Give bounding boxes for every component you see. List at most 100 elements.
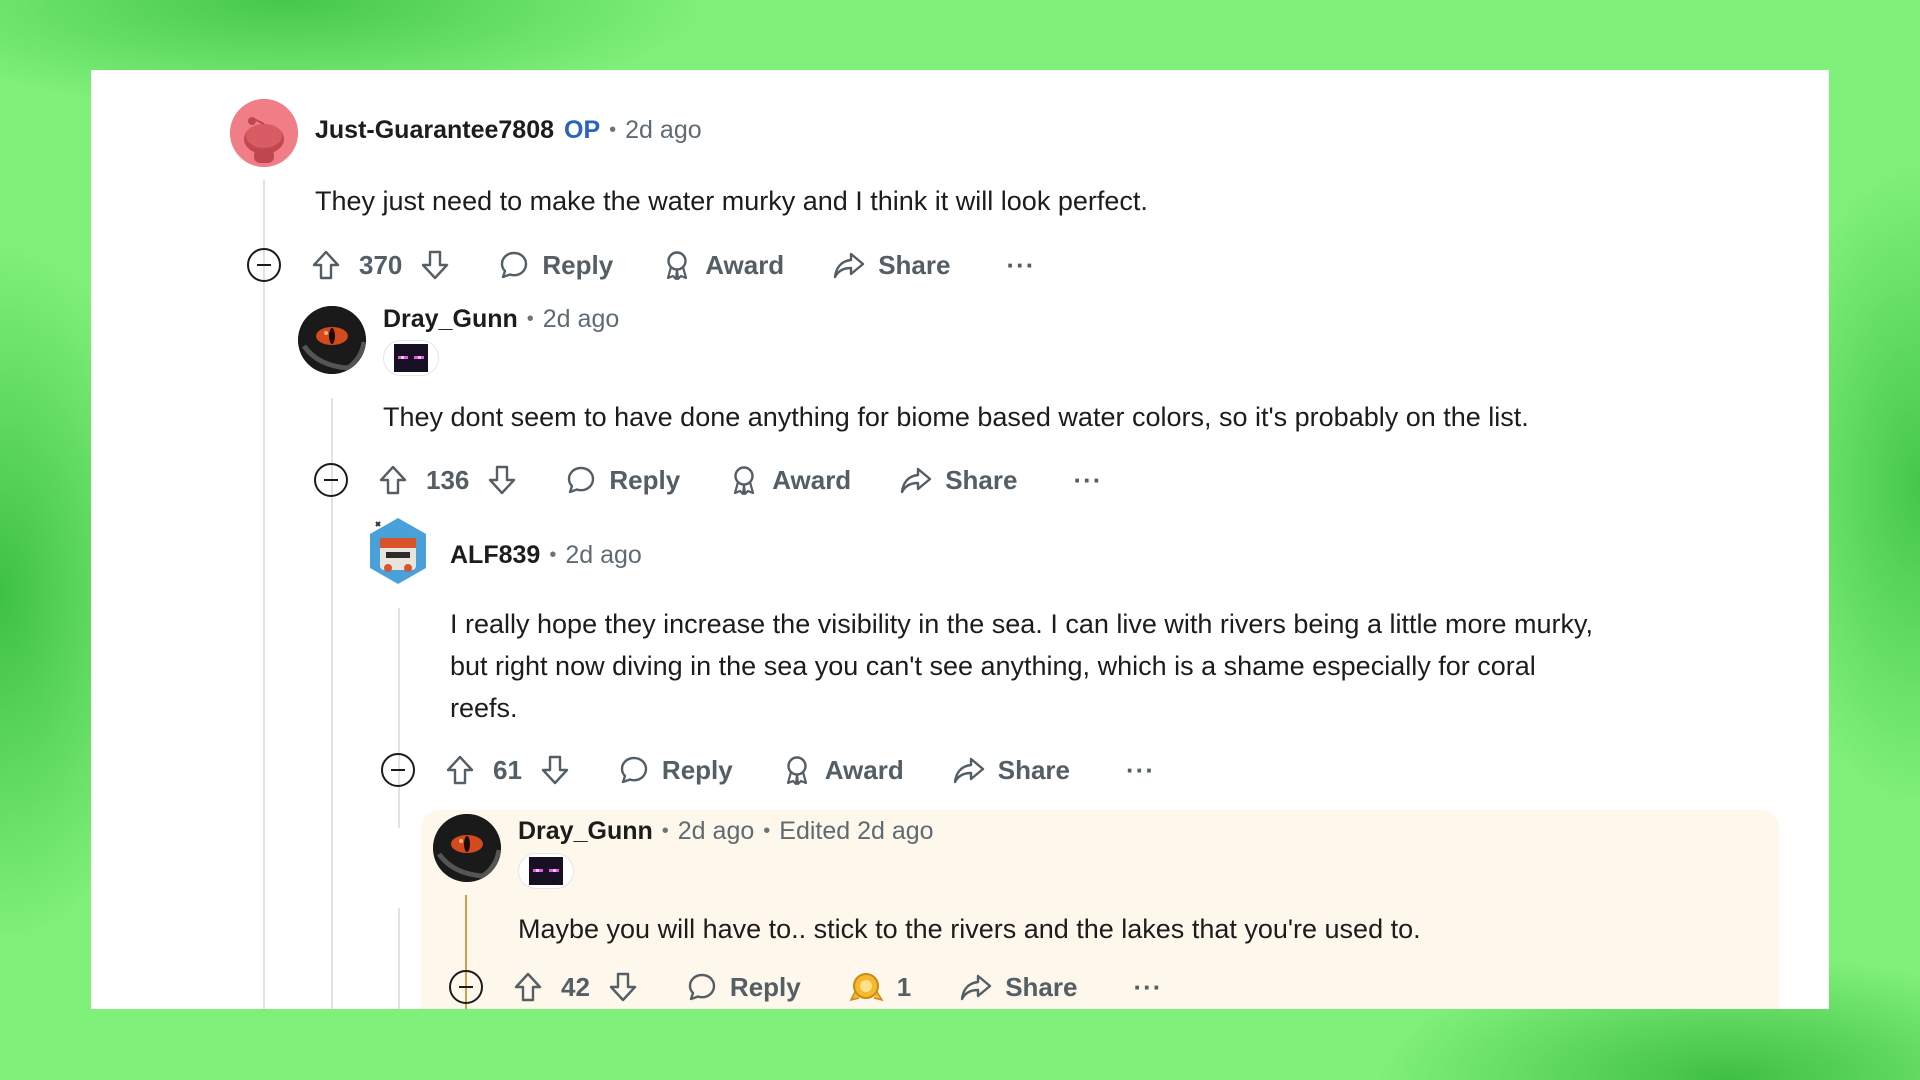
upvote-icon[interactable]	[311, 249, 341, 281]
more-options-button[interactable]: ···	[1126, 755, 1155, 786]
avatar[interactable]	[298, 306, 366, 374]
comment-body-line: reefs.	[450, 693, 518, 723]
author-name[interactable]: ALF839	[450, 541, 540, 570]
collapse-icon[interactable]	[449, 970, 483, 1004]
comment-actions: 370 Reply Award Share ···	[247, 245, 1035, 285]
share-label: Share	[1005, 971, 1078, 1002]
award-icon	[734, 466, 755, 496]
upvote-icon[interactable]	[445, 754, 475, 786]
vote-score: 42	[561, 971, 590, 1002]
author-name[interactable]: Dray_Gunn	[383, 305, 518, 334]
reply-label: Reply	[729, 971, 801, 1002]
thread-line-level-1[interactable]	[263, 180, 265, 1009]
downvote-icon[interactable]	[487, 464, 517, 496]
robot-avatar-icon	[370, 518, 426, 584]
user-flair	[518, 853, 574, 889]
collapse-icon[interactable]	[381, 753, 415, 787]
comment-header: Just-Guarantee7808 OP • 2d ago	[315, 116, 702, 145]
share-button[interactable]: Share	[832, 249, 950, 281]
avatar[interactable]	[433, 814, 501, 882]
comment-thread-panel: Just-Guarantee7808 OP • 2d ago They just…	[91, 70, 1829, 1009]
collapse-icon[interactable]	[247, 248, 281, 282]
reply-button[interactable]: Reply	[686, 971, 801, 1003]
downvote-icon[interactable]	[608, 971, 638, 1003]
vote-score: 370	[359, 249, 403, 280]
user-flair	[383, 340, 439, 376]
comment-body: I really hope they increase the visibili…	[450, 603, 1593, 729]
separator-dot: •	[549, 544, 557, 566]
downvote-icon[interactable]	[420, 249, 450, 281]
share-button[interactable]: Share	[899, 464, 1017, 496]
edited-label: Edited 2d ago	[779, 817, 934, 845]
comment-actions: 42 Reply 1 Share ···	[449, 967, 1162, 1007]
enderman-flair-icon	[394, 344, 428, 372]
collapse-icon[interactable]	[314, 463, 348, 497]
timestamp[interactable]: 2d ago	[625, 116, 701, 145]
comment-actions: 136 Reply Award Share ···	[314, 460, 1102, 500]
share-icon	[961, 974, 992, 1001]
reply-button[interactable]: Reply	[498, 249, 613, 281]
vote-score: 136	[426, 464, 470, 495]
award-button[interactable]: Award	[781, 754, 904, 786]
comment-icon	[501, 251, 528, 279]
upvote-icon[interactable]	[513, 971, 543, 1003]
reply-button[interactable]: Reply	[565, 464, 680, 496]
author-name[interactable]: Just-Guarantee7808	[315, 116, 554, 145]
avatar[interactable]	[366, 516, 430, 586]
award-icon	[786, 756, 807, 786]
snoo-avatar-icon	[230, 99, 298, 167]
award-count: 1	[896, 971, 912, 1002]
separator-dot: •	[609, 119, 617, 141]
upvote-icon[interactable]	[378, 464, 408, 496]
share-icon	[834, 252, 865, 279]
comment-body-line: but right now diving in the sea you can'…	[450, 651, 1536, 681]
award-icon	[667, 251, 688, 281]
comment-actions: 61 Reply Award Share ···	[381, 750, 1155, 790]
separator-dot: •	[763, 820, 771, 842]
avatar[interactable]	[230, 99, 298, 167]
dragon-eye-avatar-icon	[433, 814, 501, 882]
share-label: Share	[997, 754, 1070, 785]
reply-label: Reply	[542, 249, 614, 280]
more-options-button[interactable]: ···	[1133, 972, 1162, 1003]
reply-label: Reply	[609, 464, 681, 495]
timestamp[interactable]: 2d ago	[565, 541, 641, 570]
reply-button[interactable]: Reply	[618, 754, 733, 786]
timestamp[interactable]: 2d ago	[543, 305, 619, 334]
reply-label: Reply	[661, 754, 733, 785]
comment-header: ALF839 • 2d ago	[450, 541, 642, 570]
timestamp[interactable]: 2d ago	[678, 817, 754, 846]
more-options-button[interactable]: ···	[1006, 250, 1035, 281]
comment-icon	[568, 466, 595, 494]
vote-score: 61	[493, 754, 522, 785]
share-button[interactable]: Share	[959, 971, 1077, 1003]
award-button[interactable]: Award	[661, 249, 784, 281]
award-button[interactable]: Award	[728, 464, 851, 496]
separator-dot: •	[526, 308, 534, 330]
gold-award-icon	[849, 973, 884, 1002]
award-button[interactable]: 1	[849, 970, 911, 1004]
share-label: Share	[945, 464, 1018, 495]
comment-header: Dray_Gunn • 2d ago • Edited 2d ago	[518, 817, 934, 846]
thread-line-level-3-lower[interactable]	[398, 908, 400, 1009]
downvote-icon[interactable]	[540, 754, 570, 786]
share-icon	[901, 467, 932, 494]
comment-body: They just need to make the water murky a…	[315, 186, 1148, 216]
award-label: Award	[705, 249, 785, 280]
award-label: Award	[772, 464, 852, 495]
author-name[interactable]: Dray_Gunn	[518, 817, 653, 846]
comment-icon	[620, 756, 648, 784]
separator-dot: •	[661, 820, 669, 842]
award-label: Award	[824, 754, 904, 785]
thread-line-level-3[interactable]	[398, 608, 400, 828]
op-badge: OP	[564, 116, 601, 144]
dragon-eye-avatar-icon	[298, 306, 366, 374]
comment-body: They dont seem to have done anything for…	[383, 402, 1529, 432]
share-label: Share	[878, 249, 951, 280]
share-button[interactable]: Share	[952, 754, 1070, 786]
share-icon	[953, 757, 984, 784]
comment-icon	[688, 973, 716, 1001]
enderman-flair-icon	[529, 857, 563, 885]
comment-body-line: I really hope they increase the visibili…	[450, 609, 1593, 639]
more-options-button[interactable]: ···	[1073, 465, 1102, 496]
